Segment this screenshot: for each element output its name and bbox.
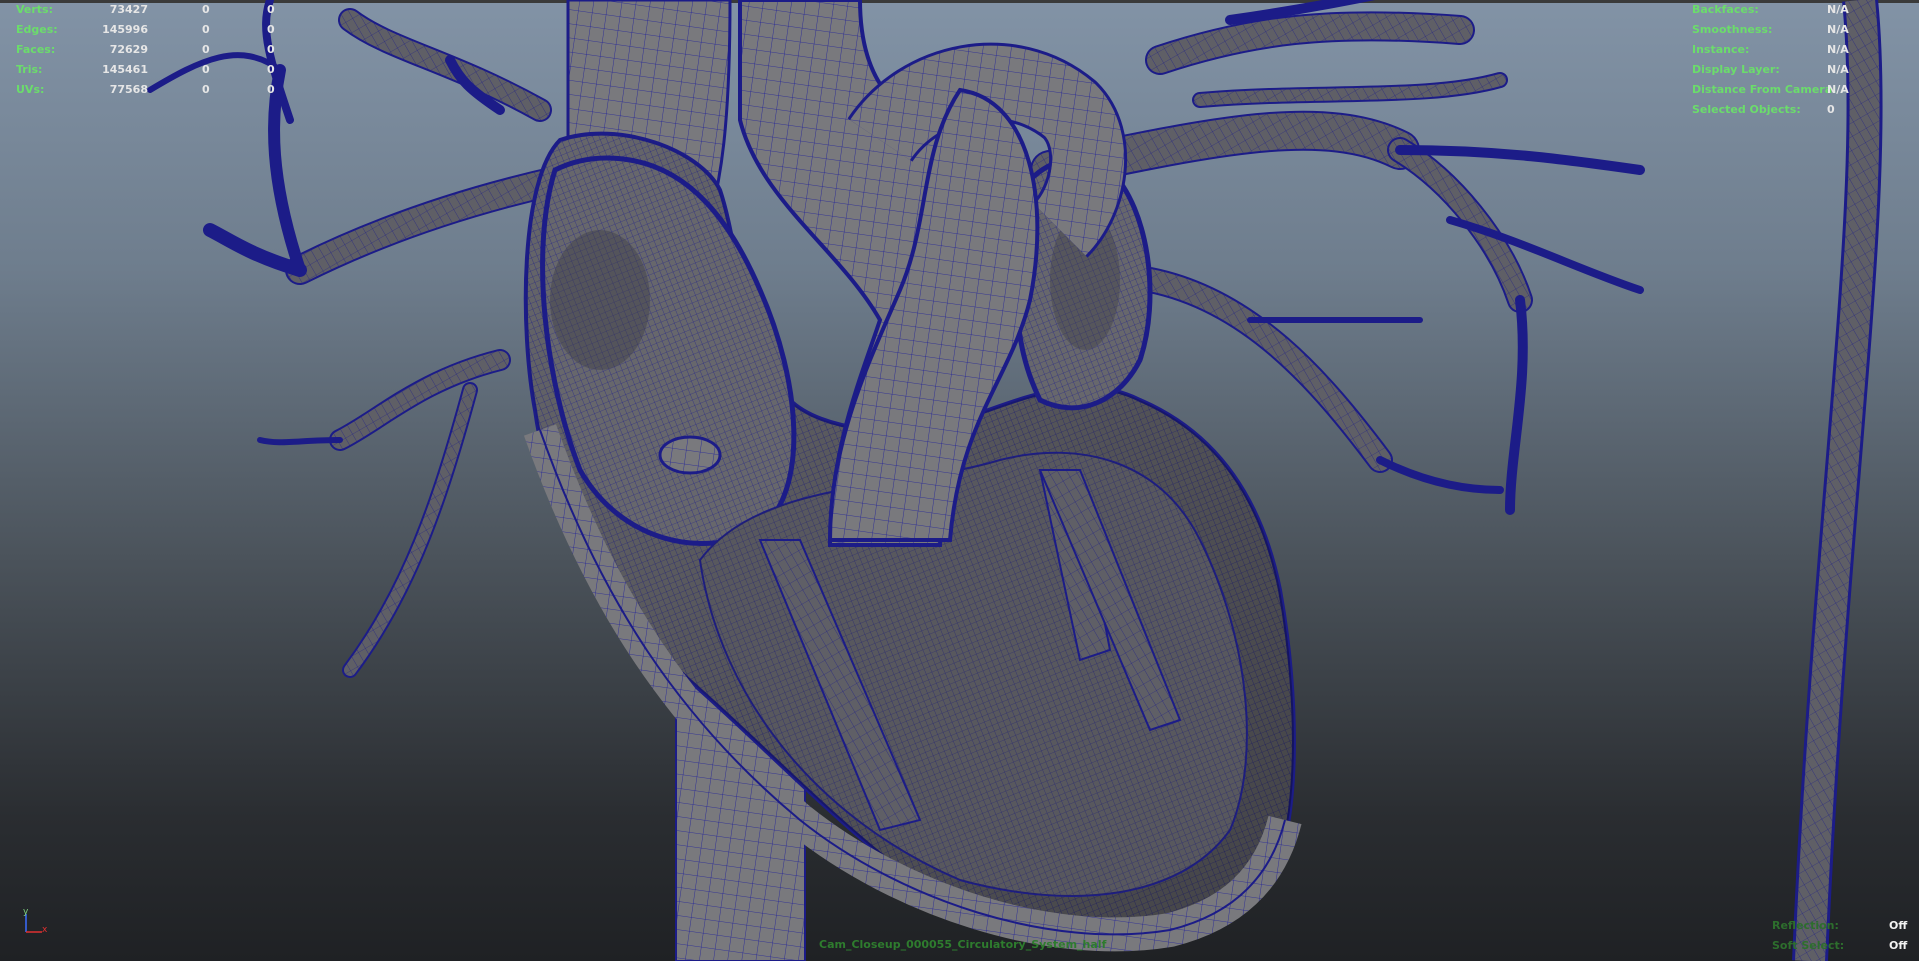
- stat-label: Edges:: [16, 23, 58, 36]
- info-value: N/A: [1827, 3, 1849, 16]
- info-label: Smoothness:: [1692, 23, 1773, 36]
- info-label: Backfaces:: [1692, 3, 1759, 16]
- stat-value: 72629: [109, 43, 148, 56]
- axis-x-label: x: [42, 925, 48, 935]
- stat-value: 0: [267, 83, 275, 96]
- stat-row-tris: Tris: 145461 0 0: [16, 60, 286, 80]
- stat-value: 77568: [109, 83, 148, 96]
- stat-value: 0: [202, 23, 210, 36]
- info-row-display-layer: Display Layer: N/A: [1692, 60, 1892, 80]
- stat-value: 0: [267, 23, 275, 36]
- stat-value: 73427: [109, 3, 148, 16]
- info-row-smoothness: Smoothness: N/A: [1692, 20, 1892, 40]
- stat-label: Tris:: [16, 63, 43, 76]
- stat-label: Faces:: [16, 43, 56, 56]
- toggle-row-reflection: Reflection: Off: [1772, 916, 1912, 936]
- info-label: Selected Objects:: [1692, 103, 1801, 116]
- toggle-value: Off: [1889, 939, 1908, 952]
- stat-label: Verts:: [16, 3, 54, 16]
- info-row-selected-objects: Selected Objects: 0: [1692, 100, 1892, 120]
- info-value: 0: [1827, 103, 1835, 116]
- info-label: Display Layer:: [1692, 63, 1780, 76]
- stat-value: 145996: [102, 23, 148, 36]
- left-pulmonary-vessels: [147, 0, 575, 678]
- object-info-hud: Backfaces: N/A Smoothness: N/A Instance:…: [1692, 0, 1892, 120]
- toggle-label: Soft Select:: [1772, 939, 1845, 952]
- stat-row-edges: Edges: 145996 0 0: [16, 20, 286, 40]
- stat-value: 0: [202, 43, 210, 56]
- camera-name-label: Cam_Closeup_000055_Circulatory_System_ha…: [819, 938, 1107, 951]
- toggle-value: Off: [1889, 919, 1908, 932]
- stat-value: 0: [202, 63, 210, 76]
- poly-count-hud: Verts: 73427 0 0 Edges: 145996 0 0 Faces…: [16, 0, 286, 100]
- stat-value: 0: [202, 3, 210, 16]
- info-value: N/A: [1827, 83, 1849, 96]
- right-vertical-vessel: [1792, 0, 1883, 961]
- stat-row-faces: Faces: 72629 0 0: [16, 40, 286, 60]
- info-row-backfaces: Backfaces: N/A: [1692, 0, 1892, 20]
- stat-row-verts: Verts: 73427 0 0: [16, 0, 286, 20]
- toggle-status-hud: Reflection: Off Soft Select: Off: [1772, 916, 1912, 956]
- stat-row-uvs: UVs: 77568 0 0: [16, 80, 286, 100]
- info-value: N/A: [1827, 63, 1849, 76]
- heart-wireframe-model[interactable]: [0, 0, 1919, 961]
- info-label: Distance From Camera:: [1692, 83, 1837, 96]
- info-label: Instance:: [1692, 43, 1750, 56]
- info-row-distance: Distance From Camera: N/A: [1692, 80, 1892, 100]
- toggle-label: Reflection:: [1772, 919, 1839, 932]
- stat-label: UVs:: [16, 83, 45, 96]
- info-value: N/A: [1827, 43, 1849, 56]
- axis-gizmo-icon: y x: [23, 908, 48, 935]
- stat-value: 0: [202, 83, 210, 96]
- stat-value: 0: [267, 3, 275, 16]
- stat-value: 145461: [102, 63, 148, 76]
- info-row-instance: Instance: N/A: [1692, 40, 1892, 60]
- stat-value: 0: [267, 43, 275, 56]
- 3d-viewport[interactable]: Verts: 73427 0 0 Edges: 145996 0 0 Faces…: [0, 0, 1919, 961]
- info-value: N/A: [1827, 23, 1849, 36]
- stat-value: 0: [267, 63, 275, 76]
- toggle-row-soft-select: Soft Select: Off: [1772, 936, 1912, 956]
- axis-y-label: y: [23, 908, 29, 917]
